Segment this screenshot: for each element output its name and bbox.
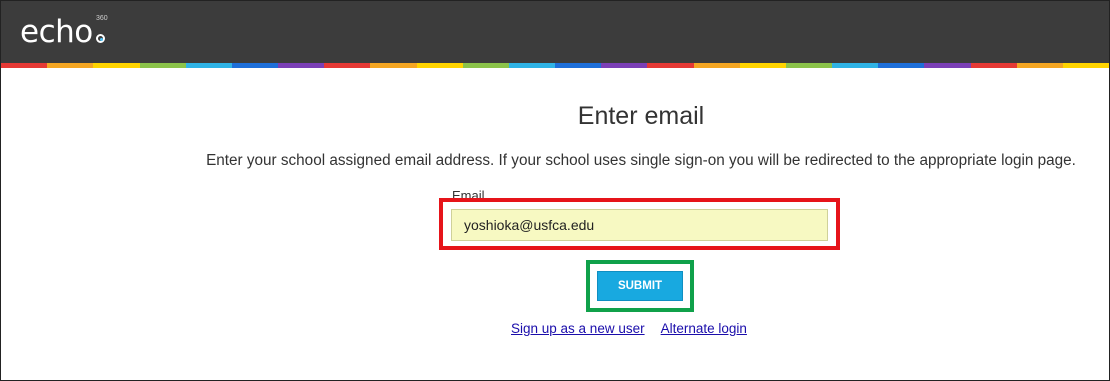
stripe-segment [832,63,879,68]
stripe-segment [462,63,509,68]
stripe-segment [555,63,602,68]
stripe-segment [1062,63,1109,68]
stripe-segment [647,63,694,68]
stripe-segment [739,63,786,68]
stripe-segment [1016,63,1063,68]
sign-up-link[interactable]: Sign up as a new user [511,321,645,336]
stripe-segment [139,63,186,68]
stripe-segment [416,63,463,68]
logo-superscript: 360 [96,15,108,22]
stripe-segment [601,63,648,68]
footer-links: Sign up as a new user Alternate login [511,321,760,336]
stripe-segment [47,63,94,68]
stripe-segment [185,63,232,68]
page-frame: echo 360 Enter email Enter your school a… [0,0,1110,381]
echo360-logo: echo [20,14,93,50]
stripe-segment [693,63,740,68]
stripe-segment [970,63,1017,68]
top-navigation-bar: echo 360 [1,1,1109,63]
email-input[interactable] [451,209,828,241]
stripe-segment [508,63,556,68]
stripe-segment [278,63,325,68]
stripe-segment [878,63,925,68]
submit-button[interactable]: SUBMIT [597,271,683,301]
instructions-text: Enter your school assigned email address… [206,152,1076,169]
stripe-segment [785,63,833,68]
stripe-segment [93,63,140,68]
page-title: Enter email [577,102,705,130]
logo-accent-icon [96,34,105,43]
stripe-segment [324,63,371,68]
alternate-login-link[interactable]: Alternate login [661,321,747,336]
stripe-segment [1,63,48,68]
stripe-segment [231,63,279,68]
stripe-segment [370,63,417,68]
stripe-segment [924,63,971,68]
color-stripe [1,63,1109,68]
